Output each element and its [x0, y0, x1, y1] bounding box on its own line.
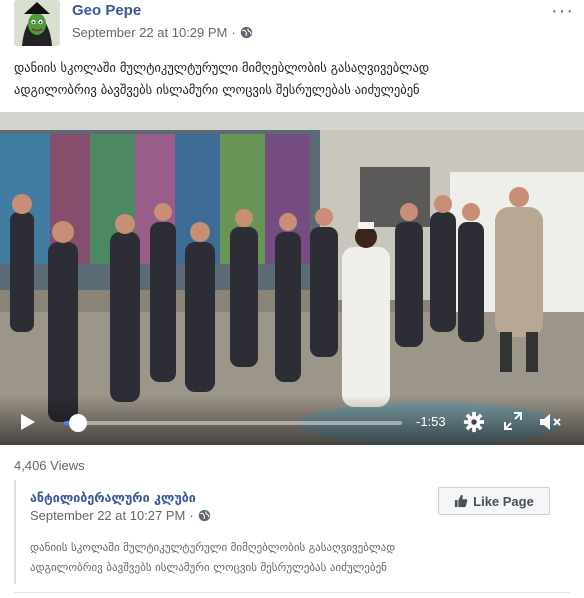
post-header: Geo Pepe September 22 at 10:29 PM · ··· [14, 0, 574, 50]
seek-handle[interactable] [68, 414, 87, 432]
like-page-label: Like Page [473, 493, 534, 509]
volume-muted-icon[interactable] [538, 411, 564, 433]
seek-bar[interactable] [64, 414, 402, 432]
globe-icon[interactable] [198, 509, 211, 522]
like-page-button[interactable]: Like Page [438, 487, 550, 515]
divider [14, 592, 570, 593]
post-text-line: ადგილობრივ ბავშვებს ისლამური ლოცვის შესრ… [14, 82, 420, 97]
avatar-image [14, 0, 60, 46]
shared-text-line: დანიის სკოლაში მულტიკულტურული მიმღებლობი… [30, 541, 396, 554]
fullscreen-icon[interactable] [503, 411, 523, 431]
post-timestamp[interactable]: September 22 at 10:29 PM [72, 25, 227, 40]
shared-text-line: ადგილობრივ ბავშვებს ისლამური ლოცვის შესრ… [30, 561, 387, 574]
meta-separator: · [189, 508, 194, 523]
thumbs-up-icon [455, 494, 468, 508]
shared-timestamp[interactable]: September 22 at 10:27 PM [30, 508, 185, 523]
meta-separator: · [231, 25, 236, 40]
shared-meta: September 22 at 10:27 PM · [30, 508, 211, 523]
post-text-line: დანიის სკოლაში მულტიკულტურული მიმღებლობი… [14, 60, 430, 75]
post-text: დანიის სკოლაში მულტიკულტურული მიმღებლობი… [14, 57, 570, 101]
video-controls: -1:53 [0, 395, 584, 445]
shared-page-name[interactable]: ანტილიბერალური კლუბი [30, 490, 196, 505]
view-count: 4,406 Views [14, 458, 85, 473]
video-player[interactable]: -1:53 [0, 112, 584, 445]
author-avatar[interactable] [14, 0, 60, 46]
time-remaining: -1:53 [416, 414, 446, 429]
shared-post-card: ანტილიბერალური კლუბი September 22 at 10:… [14, 480, 572, 584]
author-name[interactable]: Geo Pepe [72, 2, 141, 19]
more-options-icon[interactable]: ··· [551, 0, 574, 23]
shared-post-text: დანიის სკოლაში მულტიკულტურული მიმღებლობი… [30, 538, 550, 578]
globe-icon[interactable] [240, 26, 253, 39]
post-meta: September 22 at 10:29 PM · [72, 25, 253, 40]
play-icon[interactable] [20, 413, 36, 431]
settings-gear-icon[interactable] [463, 411, 485, 433]
